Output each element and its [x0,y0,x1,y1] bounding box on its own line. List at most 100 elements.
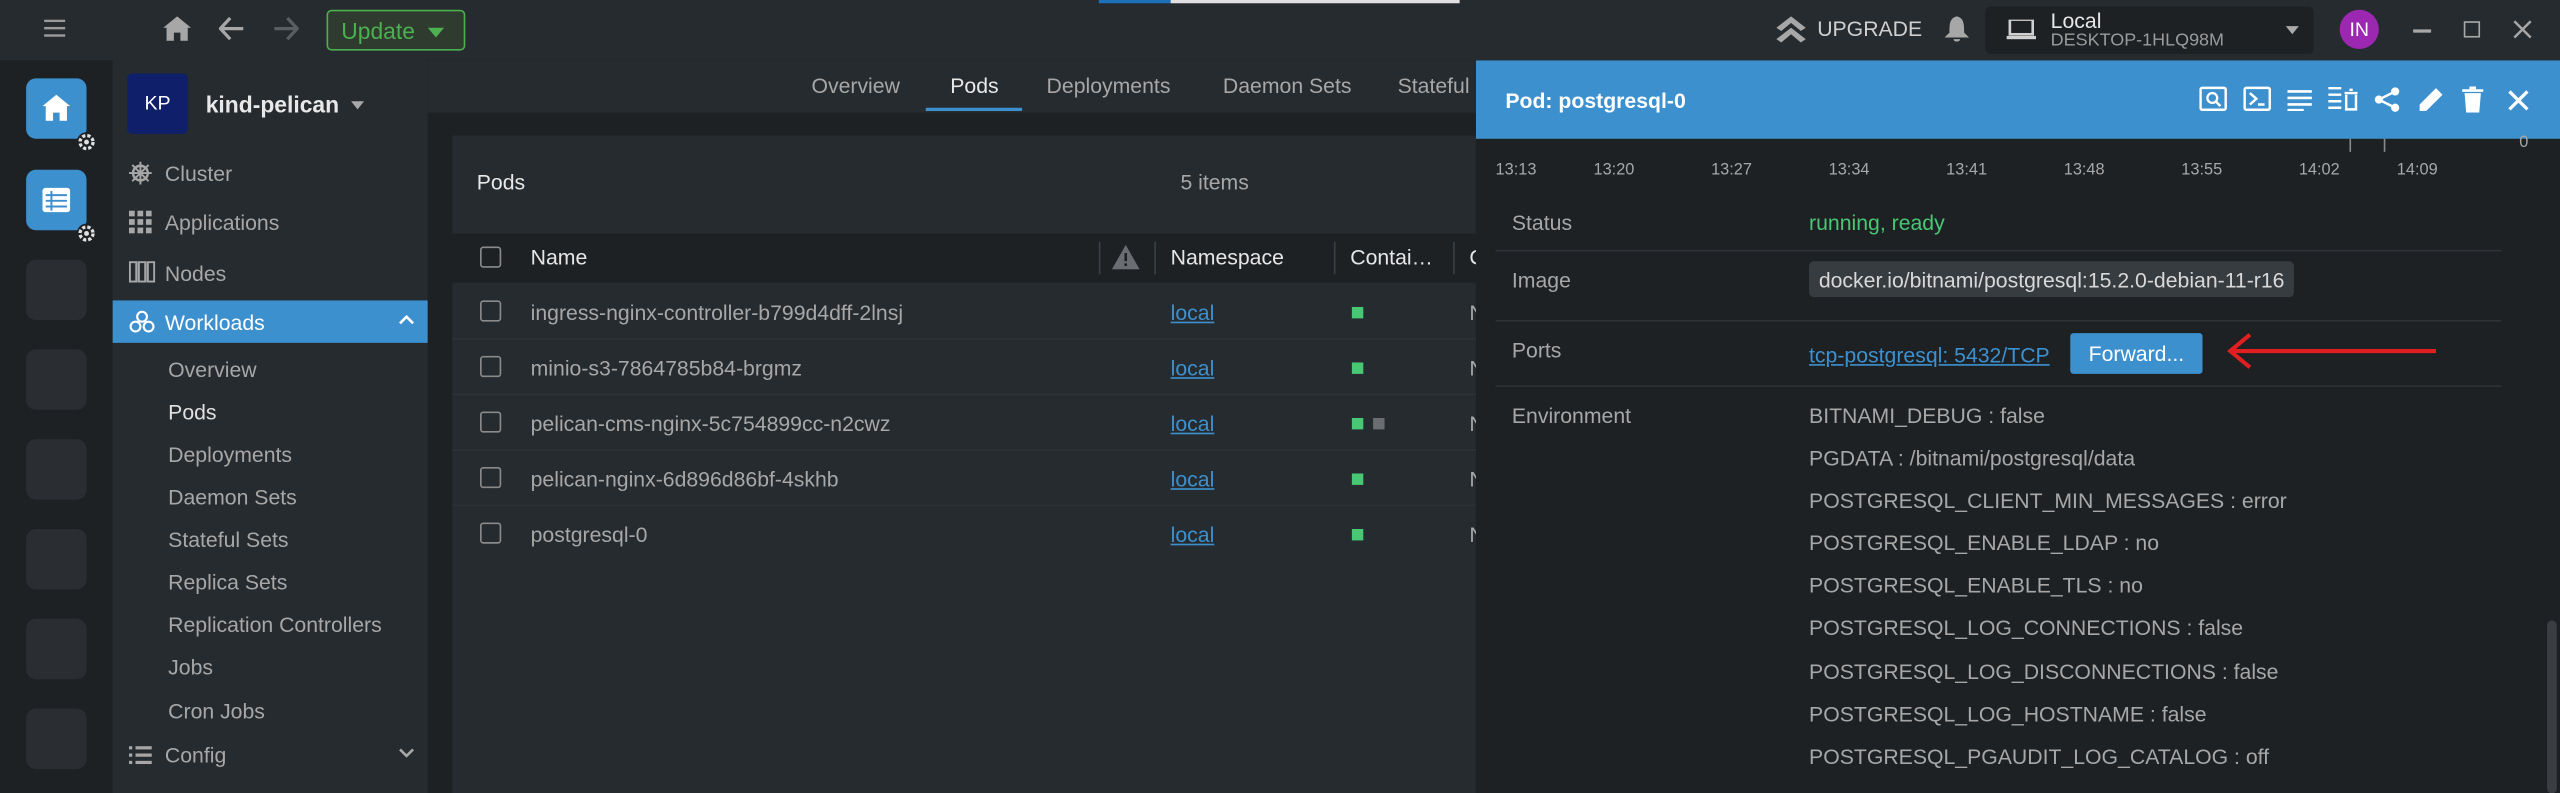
hotbar-slot[interactable] [26,528,87,590]
pod-name: postgresql-0 [530,522,648,547]
env-var: POSTGRESQL_CLIENT_MIN_MESSAGES : error [1809,488,2287,513]
avatar[interactable]: IN [2339,9,2379,49]
chevron-down-icon [427,27,445,38]
cluster-name[interactable]: kind-pelican [206,91,339,117]
close-window-icon[interactable] [2513,20,2533,40]
minimize-icon[interactable] [2413,29,2432,32]
column-header-namespace[interactable]: Namespace [1171,245,1284,269]
table-row[interactable]: pelican-nginx-6d896d86bf-4skhb local N [452,451,1485,507]
sidebar-item-applications[interactable]: Applications [113,201,428,243]
gear-icon[interactable] [76,132,97,152]
tab-overview[interactable]: Overview [811,73,899,97]
delete-icon[interactable] [2462,86,2484,113]
column-header-containers[interactable]: Contai… [1350,245,1433,269]
namespace-link[interactable]: local [1171,522,1215,546]
drawer-title: Pod: postgresql-0 [1505,88,1686,113]
tab-stateful-sets[interactable]: Stateful [1398,73,1470,97]
forward-icon[interactable] [273,16,299,41]
workloads-icon [129,310,155,333]
sidebar-subitem-daemon-sets[interactable]: Daemon Sets [168,485,297,509]
bell-icon[interactable] [1944,16,1970,44]
drawer-scrollbar[interactable] [2547,620,2557,793]
column-divider[interactable] [1154,241,1156,275]
container-status-ready [1351,362,1364,374]
row-checkbox[interactable] [480,300,502,322]
upgrade-button[interactable]: UPGRADE [1817,16,1922,40]
chevron-up-icon [398,315,414,325]
column-divider[interactable] [1098,241,1101,275]
row-checkbox[interactable] [480,411,502,433]
timeline-marker [2349,138,2352,152]
tab-daemon-sets[interactable]: Daemon Sets [1223,73,1352,97]
column-divider[interactable] [1333,241,1336,275]
chevron-down-icon [398,748,414,758]
namespace-link[interactable]: local [1171,300,1215,324]
hotbar-slot[interactable] [26,349,87,410]
table-row[interactable]: minio-s3-7864785b84-brgmz local N [452,340,1485,396]
update-button[interactable]: Update [326,9,466,51]
env-var: POSTGRESQL_PGAUDIT_LOG_CATALOG : off [1809,744,2270,770]
share-icon[interactable] [2374,87,2400,113]
row-checkbox[interactable] [480,522,502,544]
nodes-icon [128,261,156,283]
close-icon[interactable] [2508,90,2529,111]
back-icon[interactable] [218,16,245,41]
sidebar-subitem-deployments[interactable]: Deployments [168,442,292,466]
active-tab-indicator [925,107,1023,112]
hotbar-catalog-button[interactable] [26,169,87,231]
env-var: PGDATA : /bitnami/postgresql/data [1809,445,2136,471]
sidebar-item-cluster[interactable]: Cluster [113,152,428,194]
sidebar-subitem-pods[interactable]: Pods [168,400,216,424]
hotbar-slot[interactable] [26,439,87,500]
sidebar-subitem-replica-sets[interactable]: Replica Sets [168,570,287,594]
env-var: POSTGRESQL_LOG_DISCONNECTIONS : false [1809,659,2279,685]
tab-pods[interactable]: Pods [950,73,998,97]
port-link[interactable]: tcp-postgresql: 5432/TCP [1809,343,2050,367]
pod-name: pelican-nginx-6d896d86bf-4skhb [530,466,839,492]
hotbar-slot[interactable] [26,259,87,321]
gear-icon[interactable] [76,223,97,244]
table-row[interactable]: pelican-cms-nginx-5c754899cc-n2cwz local… [452,395,1485,451]
sidebar-item-config[interactable]: Config [113,733,428,775]
table-row[interactable]: ingress-nginx-controller-b799d4dff-2lnsj… [452,284,1485,340]
table-row[interactable]: postgresql-0 local N [452,506,1485,562]
cluster-selector[interactable]: Local DESKTOP-1HLQ98M [1985,6,2314,54]
home-icon[interactable] [163,16,192,41]
terminal-icon[interactable] [2243,86,2272,111]
details-icon[interactable] [2287,90,2312,112]
timeline-tick: 14:02 [2298,161,2340,180]
sidebar-subitem-overview[interactable]: Overview [168,358,256,382]
cluster-host: DESKTOP-1HLQ98M [2050,31,2225,51]
row-checkbox[interactable] [480,466,502,489]
evict-icon[interactable] [2328,86,2358,111]
sidebar-item-nodes[interactable]: Nodes [113,251,428,293]
sidebar-subitem-jobs[interactable]: Jobs [168,655,213,679]
sidebar-item-label: Nodes [164,261,227,286]
hotbar-slot[interactable] [26,618,87,680]
sidebar-subitem-stateful-sets[interactable]: Stateful Sets [168,527,288,551]
sidebar-subitem-replication-controllers[interactable]: Replication Controllers [168,612,382,636]
timeline-tick: 13:27 [1711,161,1752,180]
row-checkbox[interactable] [480,355,502,378]
sidebar-subitem-cron-jobs[interactable]: Cron Jobs [168,699,265,723]
progress-track [1170,0,1460,4]
cluster-badge[interactable]: KP [127,73,188,134]
namespace-link[interactable]: local [1171,356,1215,380]
column-divider[interactable] [1453,241,1455,275]
edit-icon[interactable] [2418,87,2444,113]
column-header-name[interactable]: Name [531,245,588,269]
maximize-icon[interactable] [2463,21,2481,38]
image-value: docker.io/bitnami/postgresql:15.2.0-debi… [1809,261,2295,298]
namespace-link[interactable]: local [1171,411,1215,435]
logs-icon[interactable] [2199,86,2227,111]
menu-icon[interactable] [44,19,66,38]
upgrade-icon[interactable] [1776,16,1806,43]
hotbar-home-button[interactable] [26,78,87,139]
select-all-checkbox[interactable] [480,246,502,268]
tab-deployments[interactable]: Deployments [1047,73,1171,97]
hotbar-slot[interactable] [26,708,87,770]
namespace-link[interactable]: local [1171,467,1215,491]
sidebar-item-workloads[interactable]: Workloads [112,300,428,343]
forward-button[interactable]: Forward... [2070,333,2203,374]
chevron-down-icon[interactable] [351,101,365,110]
